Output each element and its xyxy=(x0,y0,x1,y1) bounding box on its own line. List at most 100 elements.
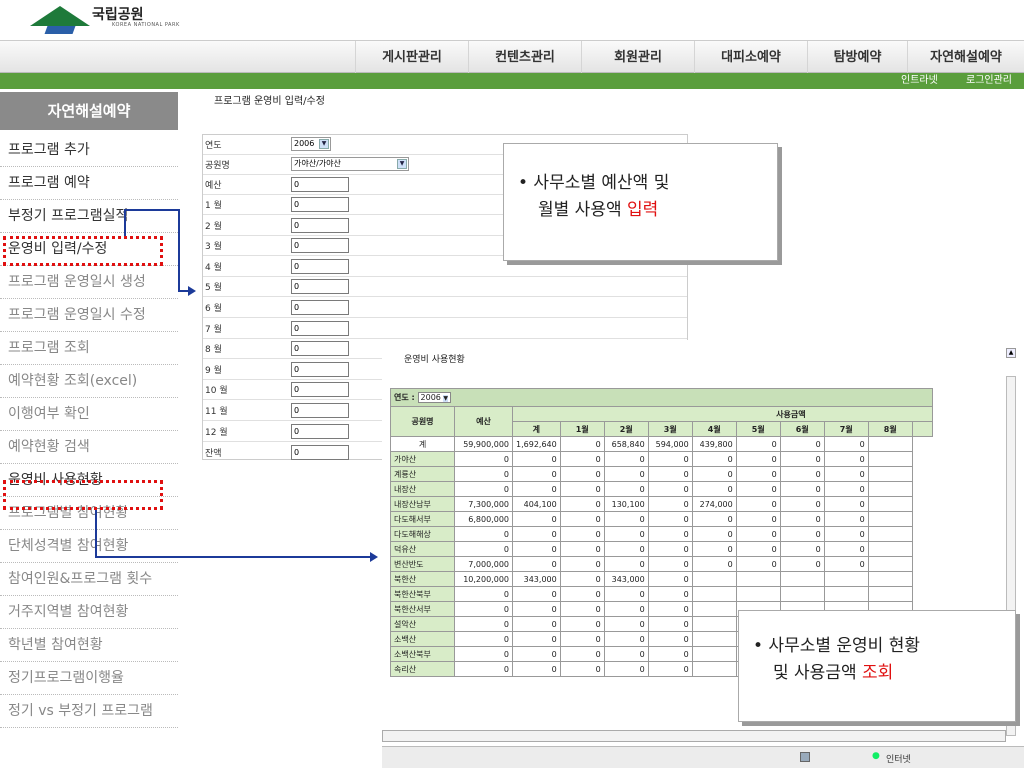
sidebar-item-irregular[interactable]: 부정기 프로그램실적 xyxy=(0,200,178,233)
sidebar-item-regular-vs[interactable]: 정기 vs 부정기 프로그램 xyxy=(0,695,178,728)
budget-label: 예산 xyxy=(205,181,222,191)
horizontal-scrollbar[interactable] xyxy=(382,730,1006,742)
park-cell: 속리산 xyxy=(390,661,455,677)
arrow2-line xyxy=(95,510,97,558)
month-header: 7월 xyxy=(823,421,869,437)
sidebar-item-by-group[interactable]: 단체성격별 참여현황 xyxy=(0,530,178,563)
value-cell: 0 xyxy=(735,511,781,527)
value-cell: 0 xyxy=(647,601,693,617)
month-input[interactable]: 0 xyxy=(291,238,349,254)
value-cell: 0 xyxy=(735,481,781,497)
sidebar-item-schedule-edit[interactable]: 프로그램 운영일시 수정 xyxy=(0,299,178,332)
form-title: 프로그램 운영비 입력/수정 xyxy=(214,96,325,107)
value-cell xyxy=(867,481,913,497)
sidebar-item-search[interactable]: 예약현황 검색 xyxy=(0,431,178,464)
nav-contents[interactable]: 컨텐츠관리 xyxy=(468,41,581,74)
value-cell xyxy=(735,571,781,587)
form-row-month: 7 월 0 xyxy=(203,319,687,339)
value-cell: 0 xyxy=(647,451,693,467)
value-cell: 0 xyxy=(454,631,513,647)
month-header: 4월 xyxy=(691,421,737,437)
sidebar-item-fulfill[interactable]: 이행여부 확인 xyxy=(0,398,178,431)
year-select[interactable]: 2006 ▼ xyxy=(291,137,331,151)
month-label: 11 월 xyxy=(205,407,228,417)
value-cell: 0 xyxy=(559,541,605,557)
park-cell: 소백산북부 xyxy=(390,646,455,662)
value-cell: 0 xyxy=(512,646,561,662)
month-input[interactable]: 0 xyxy=(291,423,349,439)
month-input[interactable]: 0 xyxy=(291,403,349,418)
nav-board[interactable]: 게시판관리 xyxy=(355,41,468,74)
chevron-down-icon: ▼ xyxy=(397,159,407,169)
sidebar-item-regular-rate[interactable]: 정기프로그램이행율 xyxy=(0,662,178,695)
month-input[interactable]: 0 xyxy=(291,341,349,357)
sidebar-item-by-region[interactable]: 거주지역별 참여현황 xyxy=(0,596,178,629)
sidebar-item-program-query[interactable]: 프로그램 조회 xyxy=(0,332,178,365)
value-cell: 0 xyxy=(647,541,693,557)
month-header: 3월 xyxy=(647,421,693,437)
logo[interactable]: 국립공원 KOREA NATIONAL PARK xyxy=(30,0,190,40)
value-cell xyxy=(867,511,913,527)
month-label: 10 월 xyxy=(205,386,228,397)
report-year-value: 2006 xyxy=(420,393,441,402)
sidebar-item-excel[interactable]: 예약현황 조회(excel) xyxy=(0,365,178,398)
month-input[interactable]: 0 xyxy=(291,300,349,315)
value-cell: 0 xyxy=(454,601,513,617)
value-cell: 0 xyxy=(779,436,825,452)
month-header-overflow xyxy=(911,421,933,437)
month-input[interactable]: 0 xyxy=(291,217,349,233)
value-cell: 0 xyxy=(559,496,605,512)
table-row: 덕유산 0 0 0 0 0 0 0 0 0 xyxy=(390,541,933,557)
sidebar-item-schedule-create[interactable]: 프로그램 운영일시 생성 xyxy=(0,266,178,299)
sidebar-item-by-grade[interactable]: 학년별 참여현황 xyxy=(0,629,178,662)
month-input[interactable]: 0 xyxy=(291,197,349,212)
month-label: 12 월 xyxy=(205,427,228,438)
report-year-select[interactable]: 2006 ▼ xyxy=(417,392,452,403)
nav-members[interactable]: 회원관리 xyxy=(581,41,694,74)
value-cell: 0 xyxy=(647,586,693,602)
highlight-box-input xyxy=(3,236,163,266)
month-header: 계 xyxy=(512,421,561,437)
value-cell: 0 xyxy=(603,526,649,542)
month-input[interactable]: 0 xyxy=(291,382,349,398)
value-cell xyxy=(691,586,737,602)
sidebar-item-reserve[interactable]: 프로그램 예약 xyxy=(0,167,178,200)
month-label: 7 월 xyxy=(205,324,222,335)
budget-input[interactable]: 0 xyxy=(291,177,349,192)
value-cell: 0 xyxy=(823,451,869,467)
value-cell: 0 xyxy=(603,541,649,557)
value-cell: 0 xyxy=(559,661,605,677)
remain-input[interactable]: 0 xyxy=(291,445,349,460)
value-cell: 0 xyxy=(647,511,693,527)
sidebar-item-participants[interactable]: 참여인원&프로그램 횟수 xyxy=(0,563,178,596)
intranet-link[interactable]: 인트라넷 xyxy=(901,73,938,89)
value-cell: 0 xyxy=(647,571,693,587)
nav-nature[interactable]: 자연해설예약 xyxy=(907,41,1024,74)
highlight-box-status xyxy=(3,480,163,510)
sidebar-item-add[interactable]: 프로그램 추가 xyxy=(0,134,178,167)
value-cell: 0 xyxy=(454,616,513,632)
value-cell: 0 xyxy=(647,631,693,647)
month-label: 6 월 xyxy=(205,304,222,314)
month-label: 8 월 xyxy=(205,345,222,356)
month-input[interactable]: 0 xyxy=(291,361,349,377)
year-label: 연도 xyxy=(205,141,222,151)
value-cell xyxy=(779,586,825,602)
login-admin-link[interactable]: 로그인관리 xyxy=(966,73,1012,89)
value-cell: 0 xyxy=(647,466,693,482)
month-input[interactable]: 0 xyxy=(291,258,349,274)
value-cell: 0 xyxy=(512,661,561,677)
nav-shelter[interactable]: 대피소예약 xyxy=(694,41,807,74)
callout-status-text: 및 사용금액 xyxy=(773,663,863,683)
value-cell: 0 xyxy=(559,616,605,632)
nav-visit[interactable]: 탐방예약 xyxy=(807,41,907,74)
park-select[interactable]: 가야산/가야산 ▼ xyxy=(291,157,409,171)
month-input[interactable]: 0 xyxy=(291,320,349,336)
value-cell: 0 xyxy=(454,586,513,602)
value-cell: 0 xyxy=(779,451,825,467)
value-cell: 0 xyxy=(603,511,649,527)
scroll-up-icon[interactable]: ▲ xyxy=(1006,348,1016,358)
month-input[interactable]: 0 xyxy=(291,279,349,295)
value-cell: 0 xyxy=(603,661,649,677)
value-cell: 0 xyxy=(823,466,869,482)
